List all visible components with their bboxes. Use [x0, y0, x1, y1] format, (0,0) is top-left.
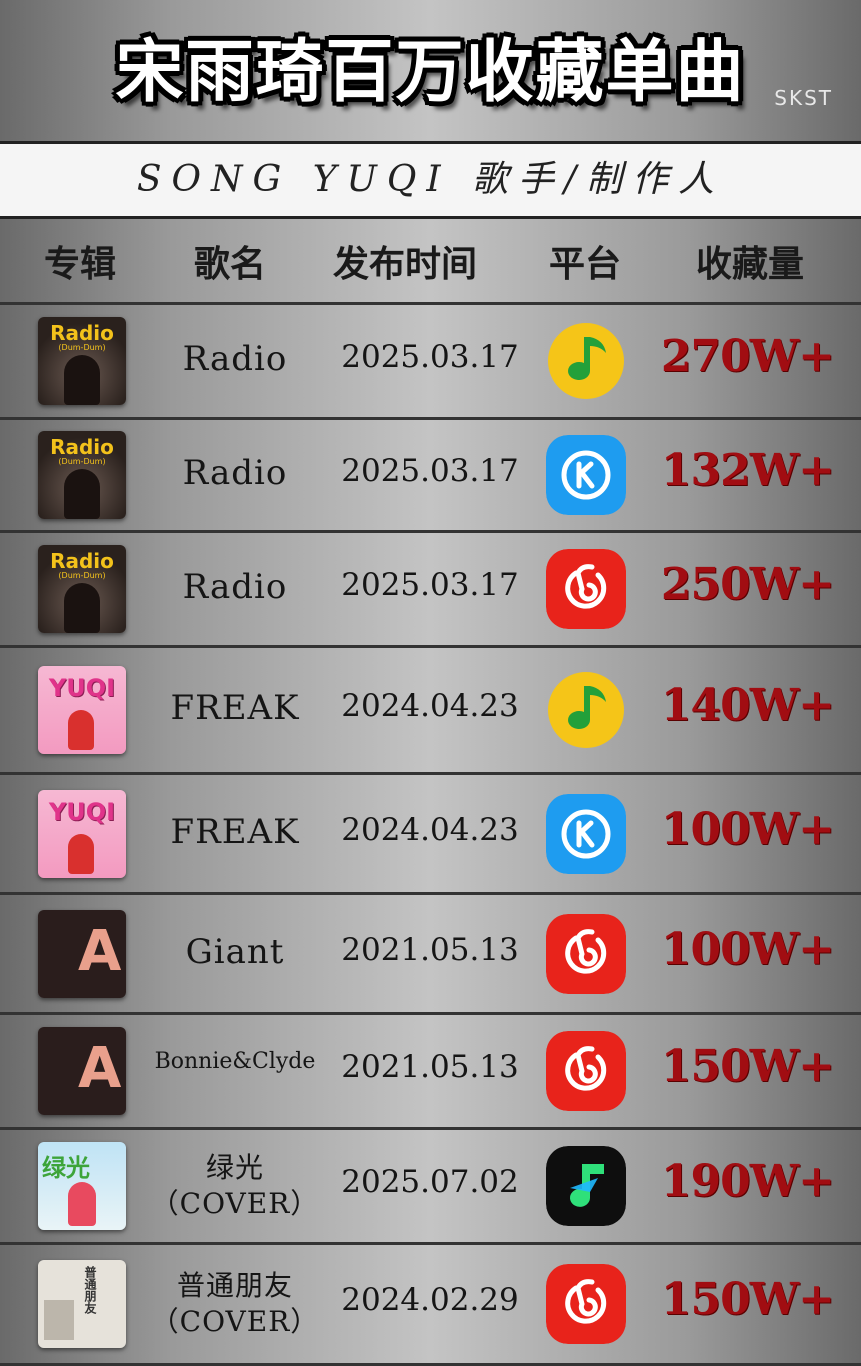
cover-subtitle: (Dum-Dum)	[58, 457, 106, 466]
title-text: 宋雨琦百万收藏单曲	[115, 33, 746, 112]
favorite-count: 250W+	[660, 559, 835, 610]
release-date: 2025.03.17	[341, 453, 519, 489]
table-row: Radio (Dum-Dum) Radio 2025.03.17 250W+	[0, 533, 861, 648]
subtitle: SONG YUQI 歌手/制作人	[136, 159, 725, 200]
album-cover: Radio (Dum-Dum)	[38, 317, 126, 405]
favorite-count: 100W+	[660, 803, 835, 855]
table-row: 普通朋友 普通朋友 （COVER） 2024.02.29 150W+	[0, 1245, 861, 1366]
header-count: 收藏量	[695, 244, 804, 285]
release-date: 2025.07.02	[341, 1164, 519, 1200]
song-name: 绿光 （COVER）	[140, 1150, 330, 1222]
favorite-count: 270W+	[660, 331, 835, 382]
watermark-tag: SKST	[774, 86, 833, 110]
page-title: 宋雨琦百万收藏单曲	[0, 18, 861, 128]
subtitle-bar: SONG YUQI 歌手/制作人	[0, 141, 861, 219]
cover-subtitle: (Dum-Dum)	[58, 571, 106, 580]
release-date: 2021.05.13	[341, 1049, 519, 1085]
netease-icon	[546, 549, 626, 629]
album-cover: Radio (Dum-Dum)	[38, 545, 126, 633]
table-row: Radio (Dum-Dum) Radio 2025.03.17 270W+	[0, 305, 861, 420]
favorite-count: 140W+	[660, 680, 835, 731]
song-name: Bonnie&Clyde	[154, 1049, 316, 1074]
table-row: YUQI FREAK 2024.04.23 140W+	[0, 648, 861, 775]
table-row: 绿光 绿光 （COVER） 2025.07.02 190W+	[0, 1130, 861, 1245]
song-name: Radio	[182, 453, 288, 493]
table-row: A Giant 2021.05.13 100W+	[0, 895, 861, 1015]
cover-title: A	[78, 1036, 122, 1101]
qq-music-icon	[546, 670, 626, 750]
release-date: 2024.04.23	[341, 688, 519, 724]
favorite-count: 190W+	[660, 1156, 835, 1207]
album-cover: 绿光	[38, 1142, 126, 1230]
cover-title: 绿光	[42, 1154, 90, 1182]
release-date: 2024.02.29	[341, 1282, 519, 1318]
album-cover: Radio (Dum-Dum)	[38, 431, 126, 519]
cover-title: A	[78, 918, 122, 984]
kugou-icon	[546, 435, 626, 515]
song-name: Giant	[185, 931, 285, 972]
qq-music-icon	[546, 321, 626, 401]
album-cover: YUQI	[38, 789, 126, 878]
favorite-count: 150W+	[660, 1274, 835, 1325]
release-date: 2024.04.23	[341, 811, 519, 848]
cover-title: Radio	[50, 321, 114, 345]
song-name: Radio	[182, 567, 288, 607]
song-name-line2: （COVER）	[150, 1187, 320, 1220]
page: 宋雨琦百万收藏单曲 SKST SONG YUQI 歌手/制作人 专辑 歌名 发布…	[0, 0, 861, 1366]
release-date: 2021.05.13	[341, 931, 519, 968]
release-date: 2025.03.17	[341, 339, 519, 375]
table-header: 专辑 歌名 发布时间 平台 收藏量	[0, 220, 861, 305]
album-cover: A	[38, 909, 126, 998]
song-name-line1: 绿光	[205, 1151, 264, 1184]
table-row: YUQI FREAK 2024.04.23 100W+	[0, 775, 861, 895]
table-row: A Bonnie&Clyde 2021.05.13 150W+	[0, 1015, 861, 1130]
song-name-line2: （COVER）	[150, 1305, 320, 1338]
netease-icon	[546, 913, 626, 994]
song-name: FREAK	[170, 688, 300, 728]
header-song: 歌名	[193, 244, 266, 285]
album-cover: A	[38, 1027, 126, 1115]
album-cover: 普通朋友	[38, 1260, 126, 1348]
header-album: 专辑	[43, 244, 116, 285]
table-row: Radio (Dum-Dum) Radio 2025.03.17 132W+	[0, 420, 861, 533]
cover-title: 普通朋友	[83, 1266, 97, 1314]
cover-title: YUQI	[48, 674, 116, 702]
favorite-count: 150W+	[660, 1041, 835, 1092]
header-platform: 平台	[548, 244, 621, 285]
cover-title: Radio	[50, 549, 114, 573]
release-date: 2025.03.17	[341, 567, 519, 603]
song-name: 普通朋友 （COVER）	[140, 1268, 330, 1340]
favorite-count: 132W+	[660, 445, 835, 496]
header-date: 发布时间	[332, 244, 477, 285]
album-cover: YUQI	[38, 666, 126, 754]
cover-subtitle: (Dum-Dum)	[58, 343, 106, 352]
qishui-icon	[546, 1146, 626, 1226]
netease-icon	[546, 1264, 626, 1344]
favorite-count: 100W+	[660, 923, 835, 975]
cover-title: YUQI	[48, 797, 116, 826]
song-name: FREAK	[170, 811, 300, 852]
song-name-line1: 普通朋友	[176, 1269, 293, 1302]
cover-title: Radio	[50, 435, 114, 459]
song-name: Radio	[182, 339, 288, 379]
kugou-icon	[546, 793, 626, 874]
netease-icon	[546, 1031, 626, 1111]
